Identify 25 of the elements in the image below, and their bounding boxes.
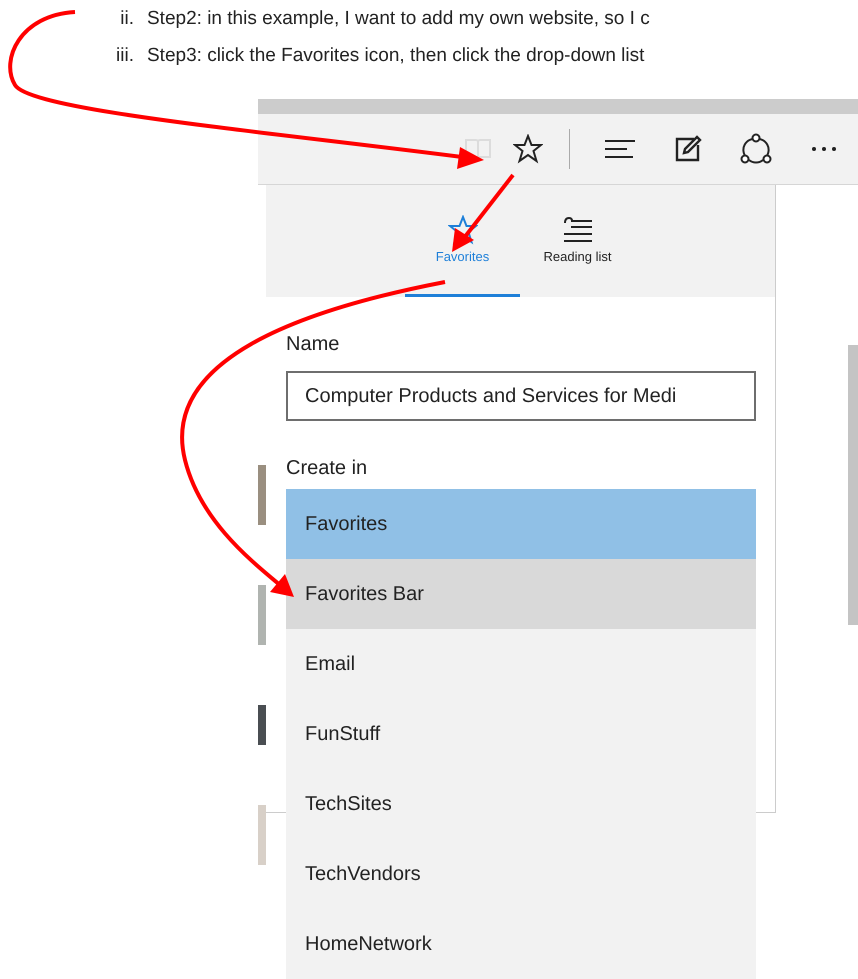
instruction-text: Step2: in this example, I want to add my own website, so I c [147, 8, 650, 30]
folder-option[interactable]: Favorites [286, 489, 756, 559]
photo-placeholder [258, 465, 266, 525]
star-icon [513, 134, 543, 164]
folder-option[interactable]: TechVendors [286, 839, 756, 909]
folder-option[interactable]: FunStuff [286, 699, 756, 769]
reading-list-tab[interactable]: Reading list [520, 185, 635, 297]
star-icon [448, 215, 478, 245]
lines-icon [603, 137, 637, 161]
folder-option[interactable]: HomeNetwork [286, 909, 756, 979]
folder-option[interactable]: Favorites Bar [286, 559, 756, 629]
name-field[interactable]: Computer Products and Services for Medi [286, 371, 756, 421]
folder-option[interactable]: TechSites [286, 769, 756, 839]
more-icon [811, 145, 837, 153]
list-marker: iii. [115, 44, 134, 66]
reading-list-icon [562, 215, 594, 245]
scrollbar[interactable] [848, 345, 858, 625]
folder-option[interactable]: Email [286, 629, 756, 699]
share-icon [739, 133, 773, 165]
field-label: Create in [286, 457, 368, 481]
photo-placeholder [258, 585, 266, 645]
photo-placeholder [258, 705, 266, 745]
field-label: Name [286, 333, 340, 357]
list-marker: ii. [119, 8, 134, 30]
instruction-text: Step3: click the Favorites icon, then click the drop-down list [147, 44, 644, 66]
